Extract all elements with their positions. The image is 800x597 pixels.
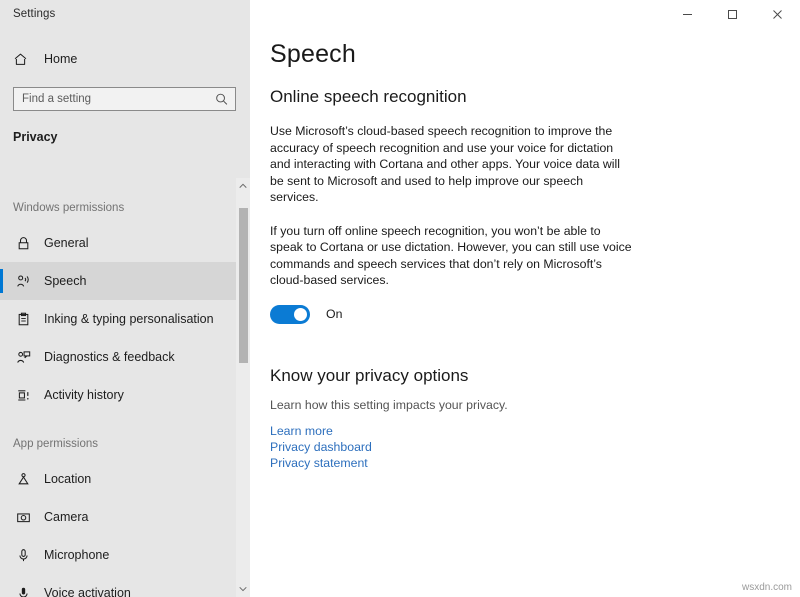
search-input[interactable] <box>14 88 235 110</box>
sidebar-item-activity-history-label: Activity history <box>44 388 124 402</box>
sidebar-group-label-windows-permissions: Windows permissions <box>0 202 250 214</box>
sidebar-item-speech-label: Speech <box>44 274 86 288</box>
online-speech-recognition-toggle[interactable] <box>270 305 310 324</box>
description-paragraph-1: Use Microsoft’s cloud-based speech recog… <box>270 123 632 206</box>
link-learn-more[interactable]: Learn more <box>270 423 800 439</box>
sidebar-nav: Windows permissions General <box>0 178 250 597</box>
privacy-links: Learn more Privacy dashboard Privacy sta… <box>270 423 800 471</box>
toggle-knob <box>294 308 307 321</box>
microphone-icon <box>13 548 33 563</box>
scrollbar-track[interactable] <box>236 194 250 581</box>
sidebar-item-general[interactable]: General <box>0 224 250 262</box>
title-bar: Settings <box>0 0 800 28</box>
window-body: Home Privacy Windows permissions <box>0 28 800 597</box>
speech-icon <box>13 274 33 289</box>
sidebar: Home Privacy Windows permissions <box>0 28 250 597</box>
online-speech-recognition-toggle-row: On <box>270 305 800 324</box>
page-title: Speech <box>270 40 800 69</box>
sidebar-item-inking-typing-label: Inking & typing personalisation <box>44 312 214 326</box>
location-icon <box>13 472 33 487</box>
sidebar-item-speech[interactable]: Speech <box>0 262 250 300</box>
sidebar-item-camera[interactable]: Camera <box>0 498 250 536</box>
lock-icon <box>13 236 33 251</box>
section-heading-online-speech-recognition: Online speech recognition <box>270 87 800 107</box>
search-icon <box>215 93 228 106</box>
main-content: Speech Online speech recognition Use Mic… <box>250 28 800 597</box>
watermark: wsxdn.com <box>742 582 792 593</box>
sidebar-item-diagnostics-label: Diagnostics & feedback <box>44 350 175 364</box>
scroll-down-arrow-icon[interactable] <box>236 581 250 597</box>
link-privacy-statement[interactable]: Privacy statement <box>270 455 800 471</box>
activity-history-icon <box>13 388 33 403</box>
sidebar-item-activity-history[interactable]: Activity history <box>0 376 250 414</box>
sidebar-category-title: Privacy <box>0 130 250 144</box>
sidebar-item-inking-typing-personalisation[interactable]: Inking & typing personalisation <box>0 300 250 338</box>
toggle-state-label: On <box>326 307 342 321</box>
sidebar-item-location-label: Location <box>44 472 91 486</box>
description-paragraph-2: If you turn off online speech recognitio… <box>270 223 632 289</box>
sidebar-item-home[interactable]: Home <box>0 44 250 74</box>
camera-icon <box>13 510 33 525</box>
sidebar-item-microphone-label: Microphone <box>44 548 109 562</box>
scroll-up-arrow-icon[interactable] <box>236 178 250 194</box>
sidebar-item-camera-label: Camera <box>44 510 88 524</box>
close-button[interactable] <box>755 0 800 28</box>
sidebar-group-label-app-permissions: App permissions <box>0 438 250 450</box>
sidebar-item-general-label: General <box>44 236 88 250</box>
window-title: Settings <box>13 8 55 20</box>
section-heading-privacy-options: Know your privacy options <box>270 366 800 386</box>
sidebar-scrollbar[interactable] <box>236 178 250 597</box>
sidebar-item-voice-activation-label: Voice activation <box>44 586 131 597</box>
scrollbar-thumb[interactable] <box>239 208 248 363</box>
search-box[interactable] <box>13 87 236 111</box>
sidebar-item-diagnostics-feedback[interactable]: Diagnostics & feedback <box>0 338 250 376</box>
sidebar-item-voice-activation[interactable]: Voice activation <box>0 574 250 597</box>
privacy-subtext: Learn how this setting impacts your priv… <box>270 398 800 412</box>
window-controls <box>250 0 800 28</box>
sidebar-item-microphone[interactable]: Microphone <box>0 536 250 574</box>
minimize-button[interactable] <box>665 0 710 28</box>
maximize-button[interactable] <box>710 0 755 28</box>
sidebar-item-location[interactable]: Location <box>0 460 250 498</box>
diagnostics-icon <box>13 350 33 365</box>
settings-window: Settings Home <box>0 0 800 597</box>
voice-activation-icon <box>13 586 33 597</box>
home-icon <box>13 52 35 67</box>
sidebar-item-home-label: Home <box>44 52 77 66</box>
link-privacy-dashboard[interactable]: Privacy dashboard <box>270 439 800 455</box>
clipboard-icon <box>13 312 33 327</box>
title-bar-left: Settings <box>0 0 250 28</box>
